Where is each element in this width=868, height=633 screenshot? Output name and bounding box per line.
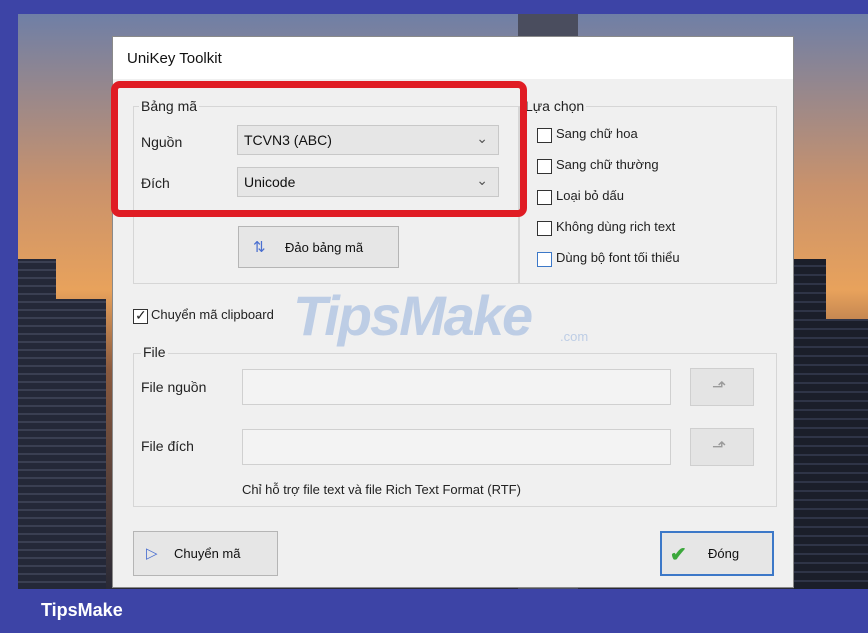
watermark-suffix: .com [560,329,589,344]
window-title: UniKey Toolkit [127,50,222,67]
watermark-logo: TipsMake [293,284,533,347]
building [18,269,32,589]
minimal-font-checkbox[interactable] [537,252,552,267]
titlebar: UniKey Toolkit [113,37,793,79]
swap-charset-button[interactable]: ⇅ Đảo bảng mã [238,226,399,268]
swap-button-label: Đảo bảng mã [285,240,364,255]
no-rich-text-label: Không dùng rich text [556,219,676,234]
file-target-input[interactable] [242,429,671,465]
highlight-box [111,81,527,217]
convert-button[interactable]: ▷ Chuyển mã [133,531,278,576]
folder-open-icon: ⬏ [712,437,727,456]
building [826,319,868,589]
play-icon: ▷ [146,545,158,562]
swap-arrows-icon: ⇅ [253,239,266,256]
checkmark-icon: ✓ [135,307,147,323]
browse-source-button[interactable]: ⬏ [690,368,754,406]
folder-open-icon: ⬏ [712,377,727,396]
close-label: Đóng [708,546,740,561]
file-legend: File [141,344,168,360]
uppercase-checkbox[interactable] [537,128,552,143]
browse-target-button[interactable]: ⬏ [690,428,754,466]
top-border [18,0,868,14]
close-button[interactable]: ✔ Đóng [660,531,774,576]
uppercase-label: Sang chữ hoa [556,126,638,141]
remove-accents-checkbox[interactable] [537,190,552,205]
footer-brand: TipsMake [41,600,123,620]
footer-bar: TipsMake [0,589,868,633]
remove-accents-label: Loại bỏ dấu [556,188,624,203]
check-icon: ✔ [670,544,687,566]
lowercase-checkbox[interactable] [537,159,552,174]
building [56,299,106,589]
file-source-input[interactable] [242,369,671,405]
building [794,259,826,589]
options-legend: Lựa chọn [523,98,587,114]
clipboard-checkbox[interactable]: ✓ [133,307,148,324]
file-target-label: File đích [141,438,194,454]
lowercase-label: Sang chữ thường [556,157,659,172]
minimal-font-label: Dùng bộ font tối thiểu [556,250,680,265]
file-note: Chỉ hỗ trợ file text và file Rich Text F… [242,482,521,497]
file-source-label: File nguồn [141,379,207,395]
convert-label: Chuyển mã [174,546,241,561]
no-rich-text-checkbox[interactable] [537,221,552,236]
clipboard-label: Chuyển mã clipboard [151,307,274,322]
